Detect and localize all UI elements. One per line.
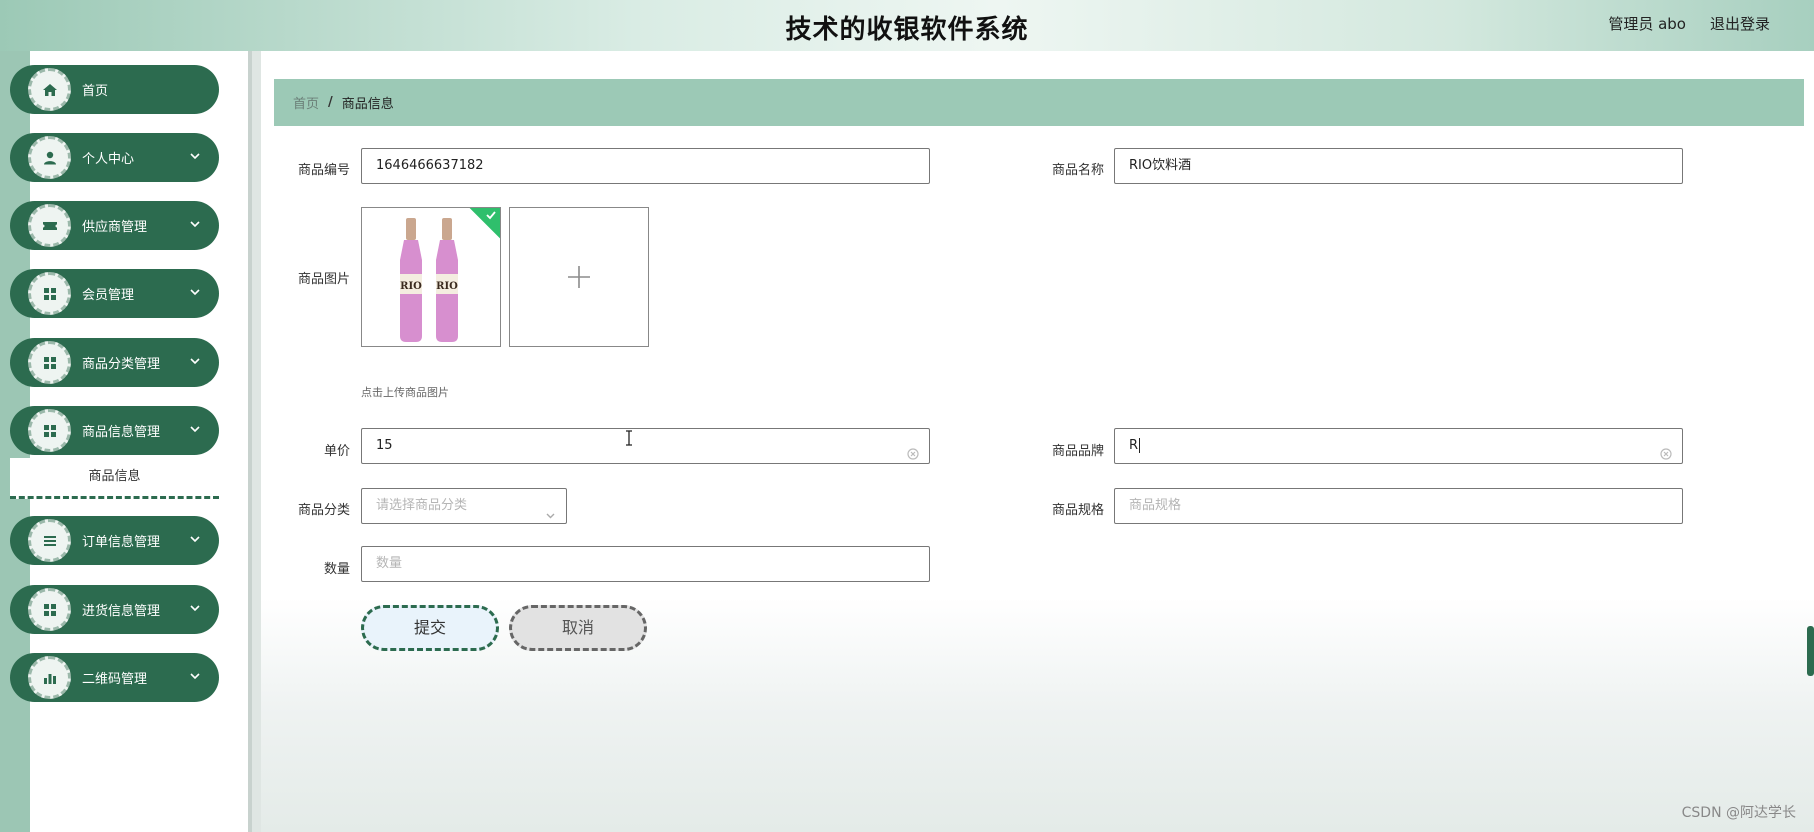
quantity-placeholder: 数量	[376, 556, 403, 571]
sidebar-item-label: 商品信息管理	[82, 425, 161, 440]
clear-icon[interactable]	[1660, 440, 1672, 460]
sidebar-divider	[248, 51, 261, 832]
bar-chart-icon	[28, 656, 71, 699]
sidebar-item-order-management[interactable]: 订单信息管理	[10, 516, 219, 565]
chevron-down-icon	[189, 533, 201, 545]
sidebar-item-supplier-management[interactable]: 供应商管理	[10, 201, 219, 250]
cancel-button[interactable]: 取消	[509, 605, 647, 651]
sidebar-item-label: 个人中心	[82, 152, 135, 167]
chevron-down-icon	[189, 670, 201, 682]
top-header: 技术的收银软件系统 管理员 abo 退出登录	[0, 0, 1814, 51]
watermark: CSDN @阿达学长	[1681, 805, 1796, 821]
text-caret	[1139, 438, 1141, 453]
sidebar-item-purchase-management[interactable]: 进货信息管理	[10, 585, 219, 634]
product-image-thumbnail[interactable]: RIO RIO	[361, 207, 501, 347]
sidebar-item-label: 商品分类管理	[82, 357, 161, 372]
price-value: 15	[376, 438, 393, 453]
spec-field[interactable]: 商品规格	[1114, 488, 1683, 524]
sidebar-item-product-management[interactable]: 商品信息管理	[10, 406, 219, 455]
sidebar-item-member-management[interactable]: 会员管理	[10, 269, 219, 318]
sidebar-item-label: 首页	[82, 84, 109, 99]
grid-icon	[28, 272, 71, 315]
quantity-field[interactable]: 数量	[361, 546, 930, 582]
chevron-down-icon	[189, 150, 201, 162]
chevron-down-icon	[189, 218, 201, 230]
price-field[interactable]: 15	[361, 428, 930, 464]
breadcrumb-separator: /	[328, 95, 333, 110]
name-label: 商品名称	[1051, 163, 1104, 178]
spec-placeholder: 商品规格	[1129, 498, 1182, 513]
sidebar-item-qrcode-management[interactable]: 二维码管理	[10, 653, 219, 702]
quantity-label: 数量	[323, 562, 350, 577]
sidebar-item-label: 供应商管理	[82, 220, 148, 235]
sidebar-item-label: 订单信息管理	[82, 535, 161, 550]
text-cursor-icon	[625, 430, 633, 446]
plus-icon	[568, 266, 590, 288]
check-icon	[485, 209, 497, 221]
sidebar-item-category-management[interactable]: 商品分类管理	[10, 338, 219, 387]
home-icon	[28, 68, 71, 111]
breadcrumb-current: 商品信息	[341, 97, 394, 112]
logout-link[interactable]: 退出登录	[1710, 13, 1770, 34]
category-label: 商品分类	[297, 503, 350, 518]
app-title: 技术的收银软件系统	[785, 15, 1029, 45]
grid-icon	[28, 341, 71, 384]
user-icon	[28, 136, 71, 179]
image-label: 商品图片	[297, 272, 350, 287]
sidebar-item-home[interactable]: 首页	[10, 65, 219, 114]
breadcrumb-home-link[interactable]: 首页	[293, 93, 319, 112]
sidebar-item-label: 二维码管理	[82, 672, 148, 687]
spec-label: 商品规格	[1051, 503, 1104, 518]
name-value: RIO饮料酒	[1129, 158, 1192, 173]
current-user-label: 管理员 abo	[1608, 15, 1686, 33]
submit-button[interactable]: 提交	[361, 605, 499, 651]
sidebar-item-personal-center[interactable]: 个人中心	[10, 133, 219, 182]
upload-hint: 点击上传商品图片	[361, 386, 449, 399]
grid-icon	[28, 409, 71, 452]
svg-text:RIO: RIO	[400, 281, 422, 292]
grid-icon	[28, 588, 71, 631]
code-value: 1646466637182	[376, 158, 484, 173]
list-icon	[28, 519, 71, 562]
brand-value: R	[1129, 438, 1139, 453]
chevron-down-icon	[189, 602, 201, 614]
sidebar-item-label: 进货信息管理	[82, 604, 161, 619]
chevron-down-icon	[189, 423, 201, 435]
ticket-icon	[28, 204, 71, 247]
clear-icon[interactable]	[907, 440, 919, 460]
sidebar-subitem-product-info[interactable]: 商品信息	[10, 458, 219, 499]
scrollbar-thumb[interactable]	[1807, 626, 1814, 676]
chevron-down-icon	[189, 355, 201, 367]
chevron-down-icon	[545, 501, 556, 519]
price-label: 单价	[323, 444, 350, 459]
svg-text:RIO: RIO	[436, 281, 458, 292]
brand-label: 商品品牌	[1051, 444, 1104, 459]
code-field[interactable]: 1646466637182	[361, 148, 930, 184]
rio-bottles-image: RIO RIO	[400, 218, 458, 342]
brand-field[interactable]: R	[1114, 428, 1683, 464]
name-field[interactable]: RIO饮料酒	[1114, 148, 1683, 184]
chevron-down-icon	[189, 286, 201, 298]
category-placeholder: 请选择商品分类	[376, 498, 468, 513]
sidebar-item-label: 会员管理	[82, 288, 135, 303]
code-label: 商品编号	[297, 163, 350, 178]
category-select[interactable]: 请选择商品分类	[361, 488, 567, 524]
image-upload-button[interactable]	[509, 207, 649, 347]
breadcrumb: 首页 / 商品信息	[274, 79, 1804, 126]
